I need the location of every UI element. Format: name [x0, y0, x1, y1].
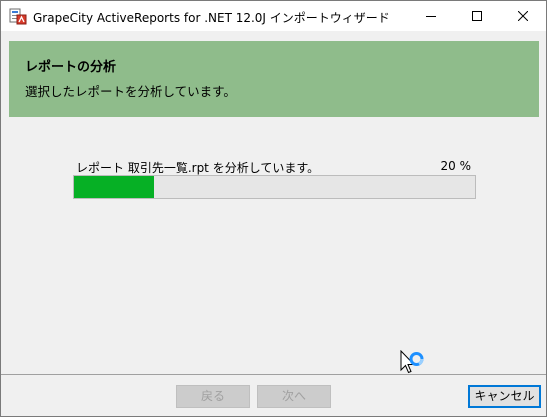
minimize-button[interactable]: [408, 1, 454, 31]
back-button[interactable]: 戻る: [176, 385, 250, 408]
maximize-button[interactable]: [454, 1, 500, 31]
title-bar[interactable]: GrapeCity ActiveReports for .NET 12.0J イ…: [1, 1, 546, 31]
import-wizard-window: GrapeCity ActiveReports for .NET 12.0J イ…: [0, 0, 547, 417]
app-icon: [9, 8, 27, 25]
wizard-header: レポートの分析 選択したレポートを分析しています。: [9, 41, 539, 117]
minimize-icon: [426, 16, 436, 17]
close-icon: [518, 11, 528, 21]
cancel-button[interactable]: キャンセル: [468, 385, 541, 408]
footer-divider: [1, 374, 546, 375]
maximize-icon: [472, 11, 482, 21]
window-title: GrapeCity ActiveReports for .NET 12.0J イ…: [33, 11, 390, 25]
progress-percent-text: 20 %: [440, 159, 472, 173]
next-button[interactable]: 次へ: [257, 385, 331, 408]
progress-bar: [73, 175, 476, 199]
close-button[interactable]: [500, 1, 546, 31]
step-description: 選択したレポートを分析しています。: [25, 84, 236, 99]
step-title: レポートの分析: [25, 60, 117, 75]
progress-status-text: レポート 取引先一覧.rpt を分析しています。: [76, 161, 320, 175]
progress-bar-fill: [74, 176, 154, 198]
busy-pointer-icon: [400, 349, 428, 380]
